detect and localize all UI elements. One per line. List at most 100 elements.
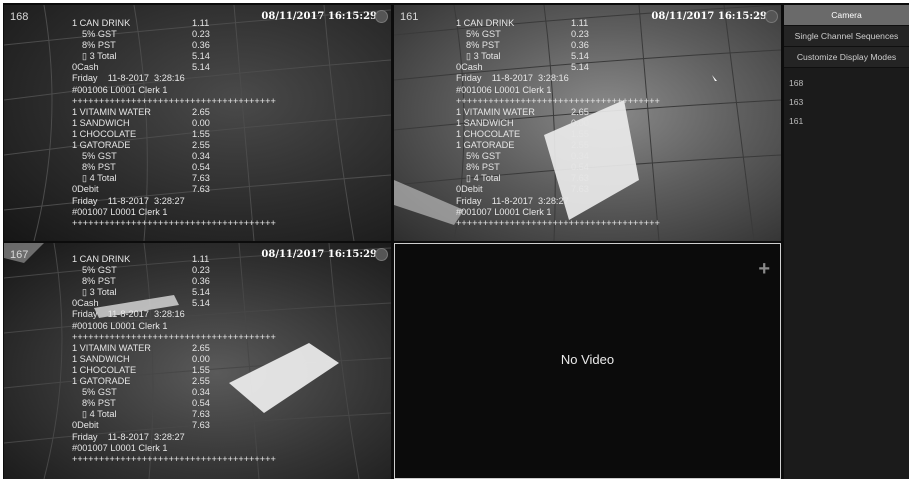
receipt-line-amount: 0.23 (192, 29, 210, 40)
receipt-line-amount: 7.63 (571, 184, 589, 195)
receipt-line: 1 VITAMIN WATER 2.65 (456, 107, 660, 118)
receipt-line-amount: 7.63 (571, 173, 589, 184)
receipt-line: ▯ 4 Total 7.63 (72, 409, 276, 420)
receipt-line: 5% GST 0.23 (72, 29, 276, 40)
camera-tile-168[interactable]: 168 08/11/2017 16:15:29 1 CAN DRINK 1.11 5… (4, 5, 391, 241)
receipt-line-amount: 0.36 (571, 40, 589, 51)
receipt-line: Friday 11-8-2017 3:28:27 (72, 432, 276, 443)
receipt-line-amount: 1.55 (192, 364, 210, 375)
empty-video-tile[interactable]: + No Video (394, 243, 781, 479)
timestamp: 08/11/2017 16:15:29 (651, 11, 767, 22)
receipt-line-amount: 5.14 (192, 62, 210, 73)
receipt-line-text: #001006 L0001 Clerk 1 (456, 84, 552, 95)
receipt-line-text: ▯ 3 Total (466, 51, 501, 62)
receipt-line-text: 1 CHOCOLATE (72, 128, 137, 139)
receipt-line-text: 8% PST (82, 162, 116, 173)
receipt-line-text: ++++++++++++++++++++++++++++++++++++++ (456, 217, 660, 228)
receipt-line-amount: 1.11 (571, 18, 589, 28)
single-channel-sequences-button[interactable]: Single Channel Sequences (784, 26, 909, 47)
receipt-line-amount: 5.14 (192, 51, 210, 62)
receipt-line: 5% GST 0.23 (72, 265, 276, 276)
camera-button[interactable]: Camera (784, 5, 909, 26)
receipt-line-amount: 0.36 (192, 40, 210, 51)
receipt-line-amount: 0.00 (192, 117, 210, 128)
receipt-line-amount: 2.55 (192, 376, 210, 387)
channel-item-161[interactable]: 161 (784, 112, 909, 131)
receipt-line: 8% PST 0.54 (72, 398, 276, 409)
receipt-line-text: #001006 L0001 Clerk 1 (72, 84, 168, 95)
receipt-overlay: 1 CAN DRINK 1.11 5% GST 0.23 8% PST 0.36 ▯ 3 T… (72, 18, 276, 229)
receipt-line-text: ++++++++++++++++++++++++++++++++++++++ (456, 95, 660, 106)
receipt-line-text: ▯ 4 Total (466, 173, 501, 184)
receipt-line-amount: 5.14 (571, 62, 589, 73)
receipt-line-amount: 2.55 (571, 140, 589, 151)
receipt-line: 5% GST 0.23 (456, 29, 660, 40)
receipt-line-amount: 7.63 (192, 173, 210, 184)
receipt-line-text: #001007 L0001 Clerk 1 (456, 206, 552, 217)
receipt-line-text: 1 VITAMIN WATER (456, 106, 535, 117)
receipt-line: #001007 L0001 Clerk 1 (72, 207, 276, 218)
receipt-line-text: ++++++++++++++++++++++++++++++++++++++ (72, 217, 276, 228)
receipt-line-text: 1 VITAMIN WATER (72, 342, 151, 353)
receipt-line-amount: 1.11 (192, 254, 210, 264)
receipt-line-amount: 1.55 (192, 128, 210, 139)
receipt-line: 5% GST 0.34 (72, 151, 276, 162)
receipt-line-text: Friday 11-8-2017 3:28:27 (72, 431, 185, 442)
receipt-line: 1 CAN DRINK 1.11 (72, 254, 276, 265)
receipt-line-text: 8% PST (82, 276, 116, 287)
receipt-line-amount: 5.14 (192, 287, 210, 298)
receipt-line-amount: 7.63 (192, 409, 210, 420)
receipt-line: 8% PST 0.54 (456, 162, 660, 173)
receipt-line: 0Cash 5.14 (456, 62, 660, 73)
receipt-line: ++++++++++++++++++++++++++++++++++++++ (456, 96, 660, 107)
receipt-line-text: ++++++++++++++++++++++++++++++++++++++ (72, 331, 276, 342)
receipt-line-text: Friday 11-8-2017 3:28:27 (72, 195, 185, 206)
receipt-line-amount: 1.55 (571, 128, 589, 139)
receipt-line: Friday 11-8-2017 3:28:16 (72, 73, 276, 84)
camera-tile-161[interactable]: 161 08/11/2017 16:15:29 1 CAN DRINK 1.11 5… (394, 5, 781, 241)
receipt-line-text: 5% GST (466, 151, 501, 162)
receipt-line-amount: 0.23 (192, 265, 210, 276)
receipt-overlay: 1 CAN DRINK 1.11 5% GST 0.23 8% PST 0.36 ▯ 3 T… (72, 254, 276, 465)
receipt-line: 1 SANDWICH 0.00 (72, 118, 276, 129)
receipt-line-text: Friday 11-8-2017 3:28:16 (72, 309, 185, 320)
channel-item-163[interactable]: 163 (784, 93, 909, 112)
add-camera-icon[interactable]: + (758, 258, 770, 281)
receipt-line-amount: 2.65 (192, 106, 210, 117)
camera-id-label: 168 (10, 11, 29, 23)
receipt-line-amount: 0.36 (192, 276, 210, 287)
receipt-line-text: 0Debit (72, 184, 99, 195)
receipt-line-amount: 0.34 (571, 151, 589, 162)
receipt-line-text: ▯ 3 Total (82, 287, 117, 298)
receipt-line-amount: 0.34 (192, 387, 210, 398)
receipt-line-text: 1 CAN DRINK (456, 18, 515, 28)
receipt-line: 8% PST 0.36 (72, 40, 276, 51)
receipt-line: 0Debit 7.63 (72, 420, 276, 431)
receipt-line-text: 1 CAN DRINK (72, 254, 131, 264)
receipt-line: 1 CHOCOLATE 1.55 (456, 129, 660, 140)
receipt-line: 1 CHOCOLATE 1.55 (72, 129, 276, 140)
receipt-line: #001007 L0001 Clerk 1 (72, 443, 276, 454)
receipt-line-amount: 0.00 (192, 353, 210, 364)
receipt-line-text: 1 SANDWICH (72, 353, 130, 364)
receipt-line-text: #001007 L0001 Clerk 1 (72, 442, 168, 453)
customize-display-modes-button[interactable]: Customize Display Modes (784, 47, 909, 68)
channel-item-168[interactable]: 168 (784, 74, 909, 93)
receipt-line-amount: 0.54 (192, 162, 210, 173)
receipt-line: ++++++++++++++++++++++++++++++++++++++ (72, 332, 276, 343)
receipt-line: 5% GST 0.34 (456, 151, 660, 162)
receipt-line: 1 SANDWICH 0.00 (456, 118, 660, 129)
receipt-line-text: ++++++++++++++++++++++++++++++++++++++ (72, 95, 276, 106)
receipt-line: #001007 L0001 Clerk 1 (456, 207, 660, 218)
sidebar: Camera Single Channel Sequences Customiz… (784, 5, 909, 479)
receipt-line-amount: 5.14 (192, 298, 210, 309)
receipt-line-text: 0Cash (72, 62, 99, 73)
receipt-line-text: 1 CHOCOLATE (72, 364, 137, 375)
receipt-line-amount: 7.63 (192, 184, 210, 195)
receipt-line: 8% PST 0.54 (72, 162, 276, 173)
receipt-line-text: 5% GST (466, 29, 501, 40)
receipt-line: #001006 L0001 Clerk 1 (72, 85, 276, 96)
receipt-line-text: Friday 11-8-2017 3:28:27 (456, 195, 569, 206)
timestamp: 08/11/2017 16:15:29 (261, 249, 377, 260)
camera-tile-167[interactable]: 167 08/11/2017 16:15:29 1 CAN DRINK 1.11 5… (4, 243, 391, 479)
